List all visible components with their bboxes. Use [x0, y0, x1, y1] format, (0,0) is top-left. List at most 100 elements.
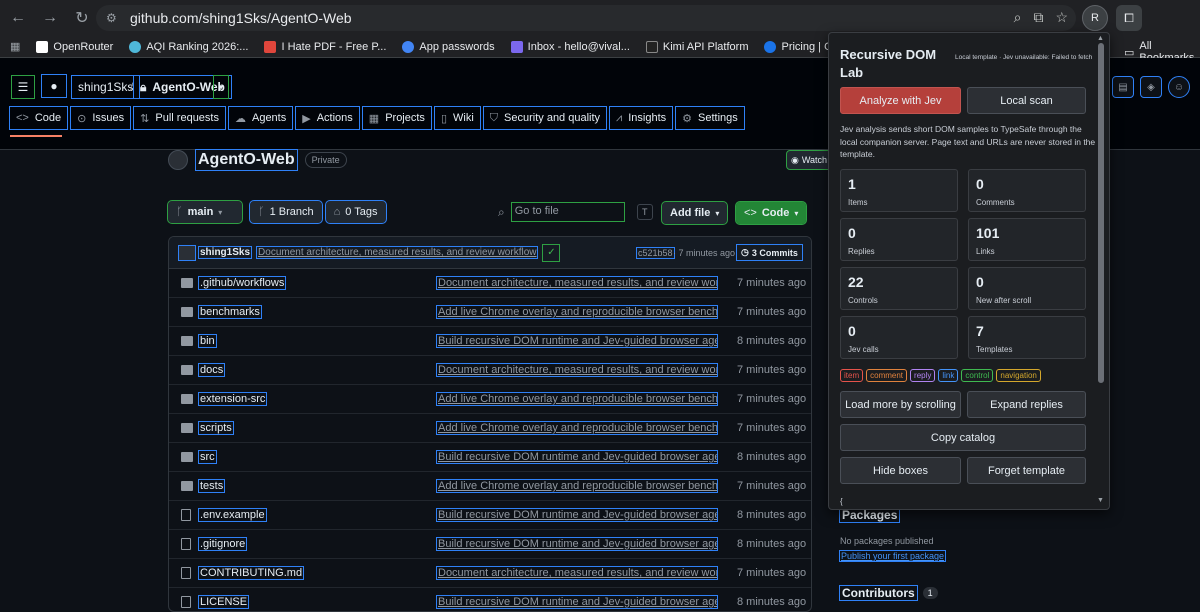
file-commit-message[interactable]: Build recursive DOM runtime and Jev-guid…: [436, 537, 718, 551]
file-name-link[interactable]: LICENSE: [197, 595, 250, 609]
tab-insights[interactable]: ⩘ Insights: [609, 106, 674, 130]
tab-issues[interactable]: ⊙ Issues: [70, 106, 132, 130]
bookmark-item[interactable]: AQI Ranking 2026:...: [129, 40, 248, 53]
catalog-preview: {: [840, 497, 843, 506]
file-name-link[interactable]: src: [198, 450, 217, 464]
expand-replies-button[interactable]: Expand replies: [967, 391, 1086, 418]
play-icon: ▶: [302, 112, 311, 125]
repo-title[interactable]: AgentO-Web: [195, 149, 298, 171]
profile-avatar[interactable]: R: [1082, 5, 1108, 31]
file-commit-message[interactable]: Build recursive DOM runtime and Jev-guid…: [436, 334, 718, 348]
tab-actions[interactable]: ▶ Actions: [295, 106, 360, 130]
github-logo-icon[interactable]: ●: [41, 74, 67, 98]
code-button[interactable]: <> Code ▾: [734, 201, 808, 225]
search-icon: ⌕: [498, 204, 505, 219]
zoom-icon[interactable]: ⌕: [1014, 9, 1022, 26]
file-commit-message[interactable]: Document architecture, measured results,…: [436, 566, 718, 580]
analyze-with-jev-button[interactable]: Analyze with Jev: [840, 87, 961, 114]
file-commit-message[interactable]: Document architecture, measured results,…: [436, 276, 718, 290]
file-commit-time: 7 minutes ago: [737, 422, 807, 434]
copy-catalog-button[interactable]: Copy catalog: [840, 424, 1086, 451]
commits-link[interactable]: ◷ 3 Commits: [736, 244, 803, 261]
add-file-button[interactable]: Add file ▾: [660, 201, 729, 225]
scroll-down-icon[interactable]: ▼: [1097, 497, 1104, 504]
folder-icon: ▭: [1124, 46, 1135, 59]
file-commit-message[interactable]: Add live Chrome overlay and reproducible…: [436, 392, 718, 406]
file-commit-message[interactable]: Document architecture, measured results,…: [436, 363, 718, 377]
file-name-link[interactable]: extension-src: [197, 392, 268, 406]
tab-pull-requests[interactable]: ⇅ Pull requests: [133, 106, 226, 130]
tab-agents[interactable]: ☁ Agents: [227, 106, 294, 130]
reload-icon[interactable]: ↻: [68, 4, 96, 32]
file-name-link[interactable]: CONTRIBUTING.md: [197, 566, 305, 580]
forget-template-button[interactable]: Forget template: [967, 457, 1086, 484]
forward-icon[interactable]: →: [36, 4, 64, 32]
notifications-icon[interactable]: ◈: [1140, 76, 1162, 98]
file-commit-message[interactable]: Build recursive DOM runtime and Jev-guid…: [436, 450, 718, 464]
commit-author[interactable]: shing1Sks: [197, 246, 253, 259]
watch-button[interactable]: ◉ Watch: [786, 150, 834, 170]
bookmark-item[interactable]: App passwords: [402, 40, 495, 53]
bookmark-item[interactable]: Kimi API Platform: [645, 40, 748, 53]
file-commit-message[interactable]: Build recursive DOM runtime and Jev-guid…: [436, 595, 718, 609]
file-commit-message[interactable]: Build recursive DOM runtime and Jev-guid…: [436, 508, 718, 522]
local-scan-button[interactable]: Local scan: [967, 87, 1086, 114]
commit-message[interactable]: Document architecture, measured results,…: [256, 246, 539, 259]
file-commit-message[interactable]: Add live Chrome overlay and reproducible…: [436, 421, 718, 435]
branches-link[interactable]: ᚴ1 Branch: [249, 200, 323, 224]
file-name-link[interactable]: scripts: [198, 421, 234, 435]
file-name-link[interactable]: bin: [198, 334, 217, 348]
file-name-link[interactable]: docs: [197, 363, 226, 377]
file-commit-time: 7 minutes ago: [737, 393, 807, 405]
folder-icon: [181, 365, 193, 375]
bookmark-item[interactable]: Inbox - hello@vival...: [510, 40, 630, 53]
menu-icon[interactable]: ☰: [11, 75, 35, 99]
tab-code[interactable]: <> Code: [8, 106, 69, 130]
hide-boxes-button[interactable]: Hide boxes: [840, 457, 961, 484]
site-info-icon[interactable]: ⚙: [106, 11, 124, 25]
inbox-icon[interactable]: ▤: [1112, 76, 1134, 98]
tab-wiki[interactable]: ▯ Wiki: [433, 106, 481, 130]
address-bar[interactable]: ⚙ github.com/shing1Sks/AgentO-Web ⌕ ⧉ ☆: [96, 5, 1076, 31]
bookmark-item[interactable]: I Hate PDF - Free P...: [264, 40, 386, 53]
stat-value: 101: [976, 225, 1000, 241]
branch-selector[interactable]: ᚴ main ▾: [167, 200, 243, 224]
bookmark-item[interactable]: OpenRouter: [36, 40, 113, 53]
commit-time: · 7 minutes ago: [673, 247, 736, 258]
extensions-icon[interactable]: ⧠: [1116, 5, 1142, 31]
scroll-up-icon[interactable]: ▲: [1097, 35, 1104, 42]
panel-scrollbar[interactable]: [1098, 43, 1104, 383]
file-name-link[interactable]: .env.example: [198, 508, 267, 522]
file-name-link[interactable]: benchmarks: [198, 305, 262, 319]
stat-label: New after scroll: [976, 296, 1032, 305]
file-name-link[interactable]: .github/workflows: [197, 276, 287, 290]
bookmark-star-icon[interactable]: ☆: [1055, 9, 1068, 26]
tab-security[interactable]: ⛉ Security and quality: [482, 106, 608, 130]
load-more-button[interactable]: Load more by scrolling: [840, 391, 961, 418]
stat-card: 101 Links: [968, 218, 1086, 261]
check-icon[interactable]: ✓: [542, 243, 561, 262]
back-icon[interactable]: ←: [4, 4, 32, 32]
publish-package-link[interactable]: Publish your first package: [838, 550, 947, 562]
tags-link[interactable]: ⌂ 0 Tags: [324, 200, 387, 224]
author-avatar[interactable]: [178, 244, 196, 261]
file-name-link[interactable]: tests: [197, 479, 226, 493]
tab-projects[interactable]: ▦ Projects: [361, 106, 432, 130]
file-commit-message[interactable]: Add live Chrome overlay and reproducible…: [436, 479, 718, 493]
tab-settings[interactable]: ⚙ Settings: [675, 106, 745, 130]
apps-icon[interactable]: ▦: [10, 40, 20, 53]
commit-sha[interactable]: c521b58: [636, 246, 675, 259]
url-text[interactable]: github.com/shing1Sks/AgentO-Web: [130, 10, 352, 26]
contributors-heading[interactable]: Contributors: [839, 585, 918, 601]
stat-value: 0: [976, 176, 984, 192]
file-row: bin Build recursive DOM runtime and Jev-g…: [169, 327, 811, 356]
table-icon: ▦: [368, 112, 380, 125]
file-commit-time: 8 minutes ago: [737, 538, 807, 550]
go-to-file-input[interactable]: Go to file: [510, 202, 625, 222]
packages-heading[interactable]: Packages: [838, 507, 901, 523]
install-icon[interactable]: ⧉: [1033, 9, 1043, 26]
file-commit-message[interactable]: Add live Chrome overlay and reproducible…: [436, 305, 718, 319]
repo-dropdown[interactable]: ▾: [213, 75, 229, 99]
user-avatar[interactable]: ☺: [1168, 76, 1190, 98]
file-name-link[interactable]: .gitignore: [197, 537, 248, 551]
